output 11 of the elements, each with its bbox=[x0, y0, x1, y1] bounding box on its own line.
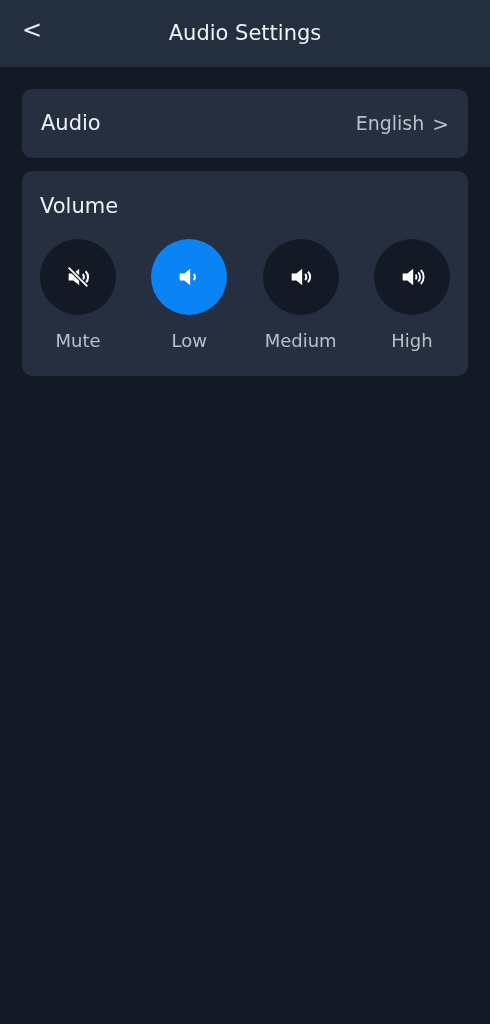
page-title: Audio Settings bbox=[168, 19, 322, 47]
chevron-text: > bbox=[432, 110, 449, 138]
volume-level-label: Mute bbox=[55, 329, 101, 353]
volume-level-label: Medium bbox=[264, 329, 337, 353]
audio-language-row[interactable]: Audio English > bbox=[22, 89, 468, 158]
volume-level-label: High bbox=[391, 329, 433, 353]
back-button[interactable]: < bbox=[18, 18, 47, 42]
volume-level-label: Low bbox=[171, 329, 208, 353]
card-title: Volume bbox=[40, 193, 120, 220]
row-label: Audio bbox=[41, 109, 101, 137]
row-value: English bbox=[355, 111, 425, 137]
